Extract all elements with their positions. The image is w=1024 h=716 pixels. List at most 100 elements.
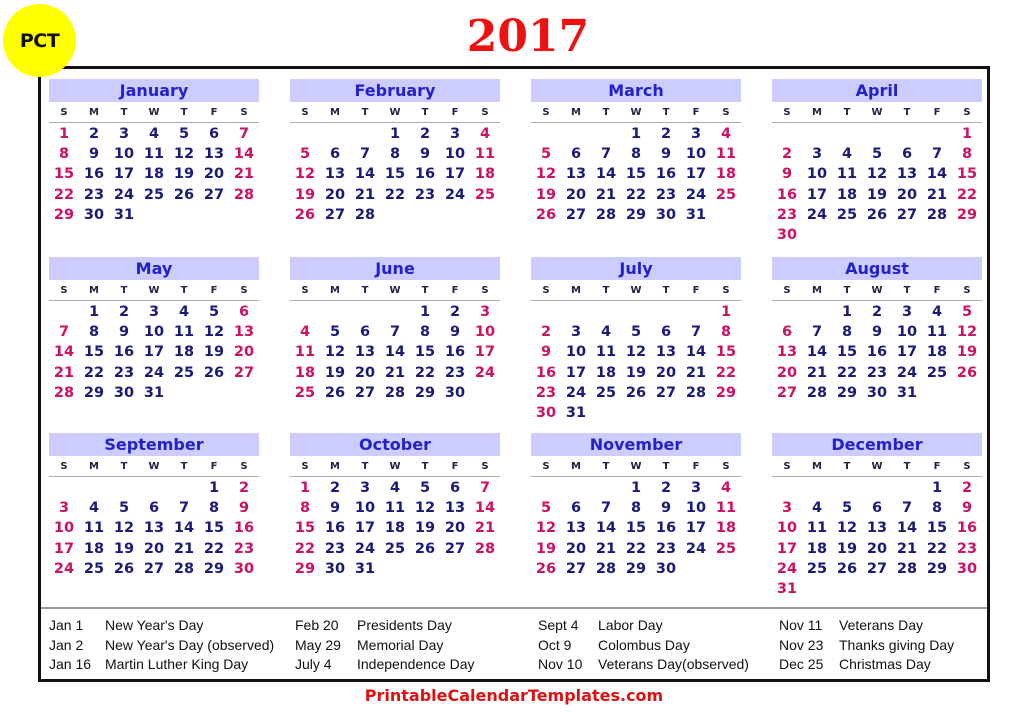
day-cell: 29 [625,560,647,577]
weekday-label: S [542,106,550,118]
day-cell: 20 [866,540,888,557]
empty-cell [832,478,862,498]
holiday-item: Nov 11 Veterans Day [779,617,923,637]
month-september: September S M T W T F S 1 2 3 4 5 6 7 8 9 10 11 12 13 14 15 16 1… [49,433,259,579]
day-cell: 27 [565,560,587,577]
day-cell: 6 [660,324,672,341]
day-cell: 9 [660,500,672,517]
day-cell: 25 [294,384,316,401]
day-cell: 24 [565,384,587,401]
day-cell: 6 [781,324,793,341]
weekday-label: T [361,106,369,118]
day-cell: 7 [600,500,612,517]
day-cell: 10 [354,500,376,517]
day-cell: 24 [685,540,707,557]
weekday-label: T [602,284,610,296]
weekday-label: F [933,106,941,118]
day-cell: 14 [595,166,617,183]
holiday-date: Dec 25 [779,656,824,672]
weekday-label: M [812,460,822,472]
empty-cell [651,302,681,322]
empty-cell [531,302,561,322]
day-cell: 1 [630,480,642,496]
empty-cell [320,302,350,322]
day-cell: 14 [685,344,707,361]
day-cell: 7 [178,500,190,517]
day-cell: 8 [961,146,973,163]
empty-cell [561,124,591,144]
month-october: October S M T W T F S 1 2 3 4 5 6 7 8 9 10 11 12 13 14 15 16 17 1… [290,433,500,579]
day-cell: 17 [896,344,918,361]
day-cell: 24 [896,364,918,381]
day-cell: 16 [866,344,888,361]
empty-cell [290,124,320,144]
day-cell: 14 [384,344,406,361]
day-cell: 30 [535,404,557,421]
day-cell: 10 [444,146,466,163]
day-cell: 30 [444,384,466,401]
day-cell: 12 [625,344,647,361]
day-cell: 11 [836,166,858,183]
holiday-item: Jan 16 Martin Luther King Day [49,656,248,676]
day-cell: 12 [535,520,557,537]
day-cell: 24 [354,540,376,557]
day-cell: 15 [83,344,105,361]
calendar-frame: January S M T W T F S 1 2 3 4 5 6 7 8 9 10 11 12 13 14 15 16 17 1… [38,66,990,682]
day-cell: 28 [474,540,496,557]
day-cell: 7 [238,126,250,142]
holiday-date: Nov 11 [779,617,823,633]
day-cell: 5 [540,500,552,517]
day-cell: 4 [720,480,732,496]
day-cell: 4 [479,126,491,142]
empty-cell [621,302,651,322]
holiday-column: Sept 4 Labor Day Oct 9 Colombus Day Nov 10 Ve… [538,617,749,676]
holiday-name: Thanks giving Day [839,636,955,653]
day-cell: 3 [118,126,130,142]
day-cell: 14 [926,166,948,183]
day-cell: 8 [931,500,943,517]
day-cell: 10 [53,520,75,537]
holiday-item: Feb 20 Presidents Day [295,617,452,637]
day-cell: 29 [203,560,225,577]
holiday-name: New Year's Day (observed) [105,636,275,653]
holiday-date: Jan 1 [49,617,84,633]
weekday-label: F [692,460,700,472]
day-cell: 28 [806,384,828,401]
day-cell: 19 [535,540,557,557]
day-cell: 9 [88,146,100,163]
day-cell: 23 [866,364,888,381]
day-cell: 16 [414,166,436,183]
empty-cell [350,124,380,144]
day-cell: 9 [540,344,552,361]
day-cell: 8 [58,146,70,163]
weekday-label: T [421,106,429,118]
day-cell: 15 [836,344,858,361]
day-cell: 30 [83,206,105,223]
day-cell: 25 [83,560,105,577]
weekday-label: M [330,284,340,296]
day-cell: 18 [836,186,858,203]
weekday-label: F [210,460,218,472]
calendar-year-title: 2017 [466,11,590,62]
day-cell: 31 [354,560,376,577]
day-cell: 8 [419,324,431,341]
day-cell: 12 [414,500,436,517]
footer-site-name[interactable]: PrintableCalendarTemplates.com [0,686,1024,705]
weekday-label: W [148,284,160,296]
day-cell: 16 [324,520,346,537]
empty-cell [49,302,79,322]
day-cell: 4 [389,480,401,496]
weekday-label: T [903,284,911,296]
day-cell: 27 [565,206,587,223]
day-grid: 1 2 3 4 5 6 7 8 9 10 11 12 13 14 15 16 17 18 19 20 21 22 23 24 2… [531,301,741,423]
weekday-label: S [240,460,248,472]
day-cell: 24 [53,560,75,577]
holiday-name: New Year's Day [105,617,204,633]
day-cell: 28 [233,186,255,203]
holiday-item: Jan 2 New Year's Day (observed) [49,637,274,657]
day-cell: 2 [419,126,431,142]
empty-cell [772,302,802,322]
day-grid: 1 2 3 4 5 6 7 8 9 10 11 12 13 14 15 16 17 18 19 20 21 22 23 24 2… [772,301,982,403]
day-cell: 18 [926,344,948,361]
day-cell: 23 [113,364,135,381]
